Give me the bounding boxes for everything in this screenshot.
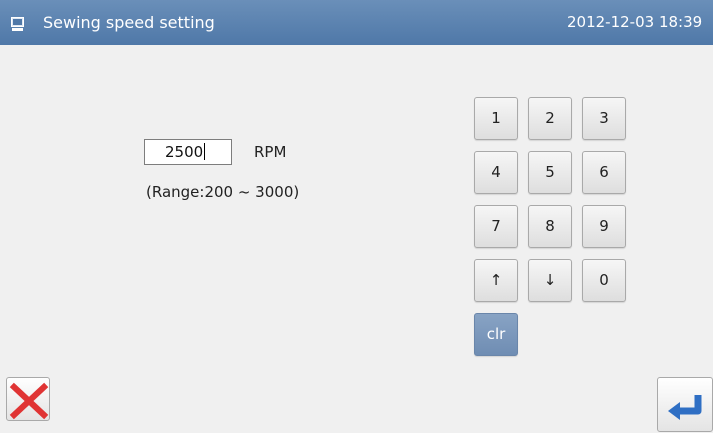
- key-5[interactable]: 5: [528, 151, 572, 194]
- key-7[interactable]: 7: [474, 205, 518, 248]
- unit-label: RPM: [254, 143, 287, 161]
- key-9[interactable]: 9: [582, 205, 626, 248]
- key-1[interactable]: 1: [474, 97, 518, 140]
- key-8[interactable]: 8: [528, 205, 572, 248]
- key-4[interactable]: 4: [474, 151, 518, 194]
- x-icon: [9, 382, 49, 420]
- range-label: (Range:200 ~ 3000): [146, 183, 300, 201]
- key-up[interactable]: ↑: [474, 259, 518, 302]
- page-title: Sewing speed setting: [43, 13, 215, 32]
- monitor-icon: [11, 16, 24, 31]
- key-6[interactable]: 6: [582, 151, 626, 194]
- clear-button[interactable]: clr: [474, 313, 518, 356]
- key-2[interactable]: 2: [528, 97, 572, 140]
- title-bar: Sewing speed setting 2012-12-03 18:39: [0, 0, 713, 45]
- cancel-button[interactable]: [6, 377, 50, 421]
- enter-icon: [668, 395, 702, 420]
- speed-input[interactable]: 2500: [144, 139, 232, 165]
- key-0[interactable]: 0: [582, 259, 626, 302]
- confirm-button[interactable]: [657, 377, 713, 432]
- text-caret: [204, 143, 206, 160]
- key-down[interactable]: ↓: [528, 259, 572, 302]
- key-3[interactable]: 3: [582, 97, 626, 140]
- datetime-display: 2012-12-03 18:39: [567, 13, 703, 31]
- speed-value: 2500: [165, 143, 204, 161]
